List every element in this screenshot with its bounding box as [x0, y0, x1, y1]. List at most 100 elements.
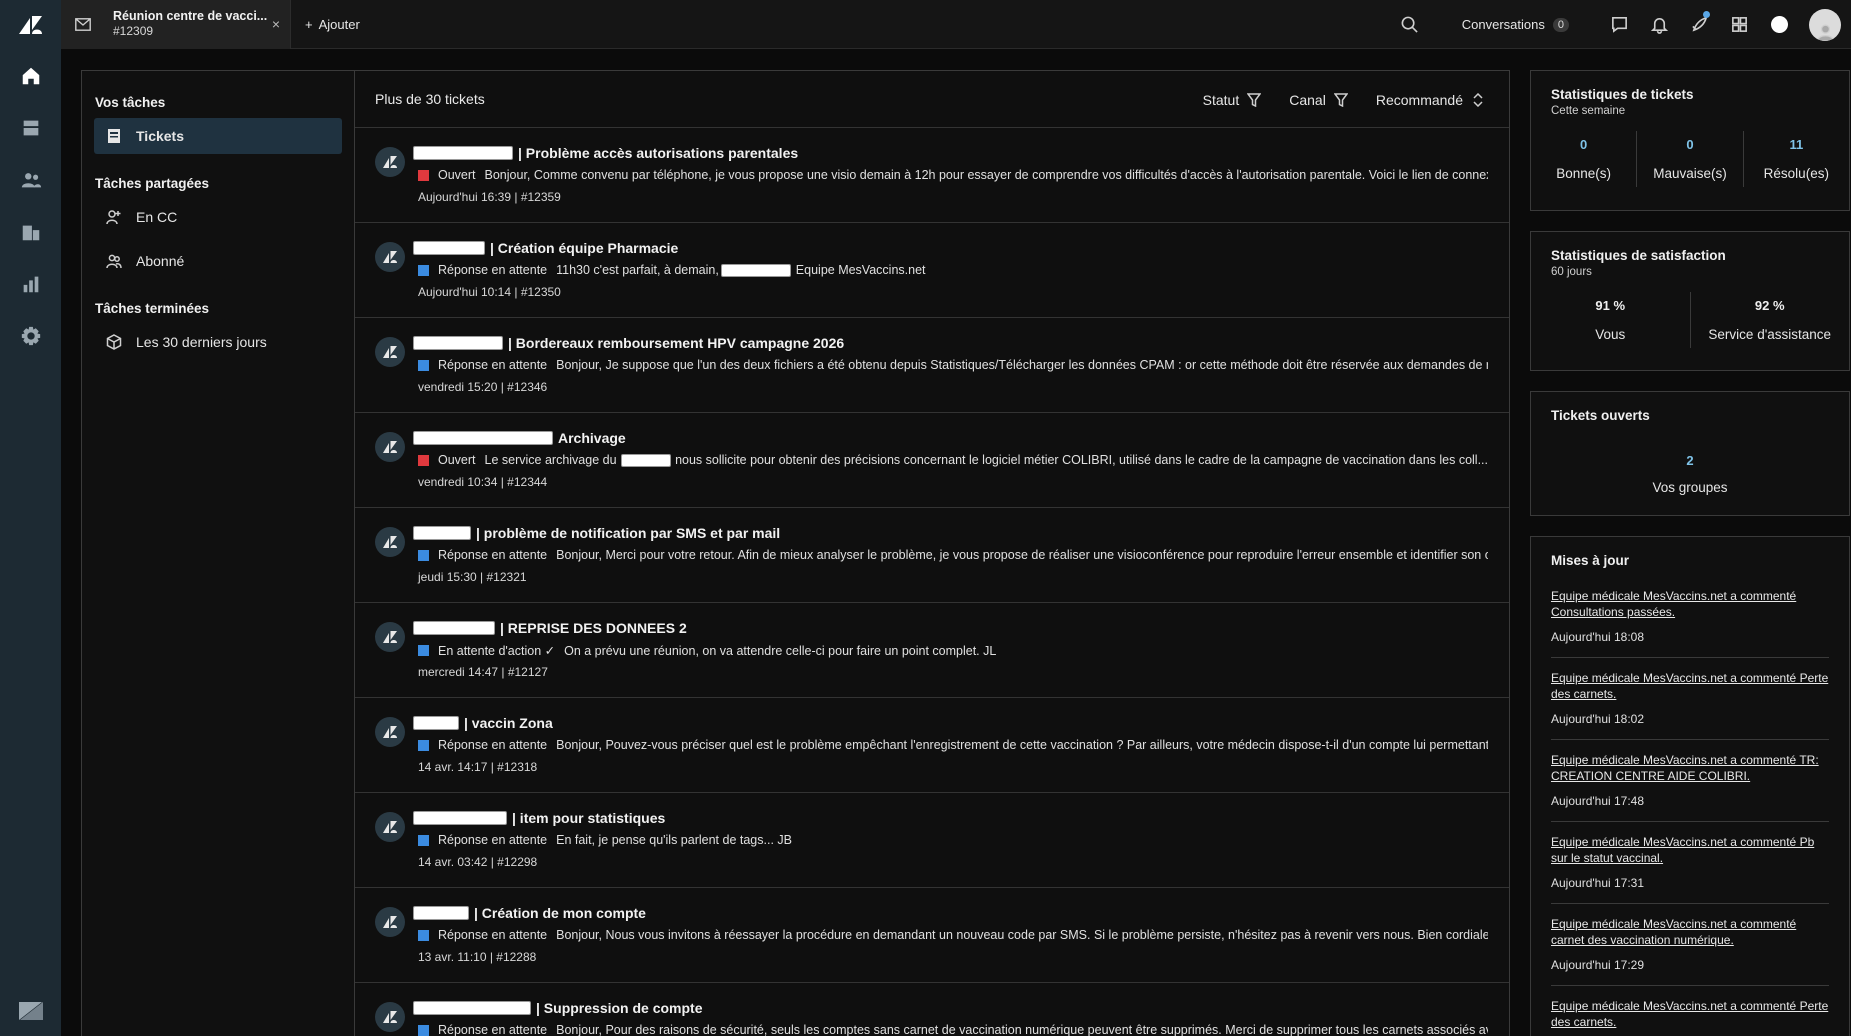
- ticket-row[interactable]: | REPRISE DES DONNEES 2 En attente d'act…: [355, 603, 1509, 698]
- update-link[interactable]: Equipe médicale MesVaccins.net a comment…: [1551, 752, 1829, 784]
- tickets-icon: [108, 129, 120, 143]
- apps-grid-icon[interactable]: [1719, 0, 1759, 49]
- ticket-row[interactable]: | Création de mon compte Réponse en atte…: [355, 888, 1509, 983]
- ticket-tab[interactable]: Réunion centre de vacci... #12309 ×: [61, 0, 291, 49]
- status-square: [418, 264, 429, 276]
- sort-button[interactable]: Recommandé: [1376, 92, 1485, 108]
- cc-nav-item[interactable]: En CC: [94, 199, 342, 235]
- ticket-meta: 14 avr. 03:42 | #12298: [418, 855, 538, 869]
- conversations-label: Conversations: [1461, 17, 1545, 32]
- ticket-excerpt: Bonjour, Nous vous invitons à réessayer …: [556, 928, 1488, 942]
- update-link[interactable]: Equipe médicale MesVaccins.net a comment…: [1551, 998, 1829, 1030]
- satisfaction-support-label: Service d'assistance: [1708, 327, 1832, 342]
- satisfaction-support: 92 % Service d'assistance: [1691, 292, 1850, 348]
- ticket-title: Archivage: [413, 430, 626, 446]
- bell-icon[interactable]: [1639, 0, 1679, 49]
- status-filter-button[interactable]: Statut: [1203, 92, 1262, 108]
- ticket-row[interactable]: | Bordereaux remboursement HPV campagne …: [355, 318, 1509, 413]
- redacted-name: [413, 1001, 531, 1015]
- chat-icon[interactable]: [1599, 0, 1639, 49]
- ticket-avatar-icon: [375, 432, 405, 462]
- ticket-stats-title: Statistiques de tickets: [1551, 87, 1694, 102]
- ticket-row[interactable]: | vaccin Zona Réponse en attente Bonjour,…: [355, 698, 1509, 793]
- add-tab-button[interactable]: + Ajouter: [305, 17, 360, 32]
- ticket-row[interactable]: Archivage Ouvert Le service archivage du n…: [355, 413, 1509, 508]
- ticket-status: Ouvert: [438, 168, 476, 182]
- satisfaction-sub: 60 jours: [1551, 266, 1592, 278]
- redacted-name: [413, 241, 485, 255]
- profile-avatar-icon[interactable]: [1799, 0, 1851, 49]
- admin-gear-icon[interactable]: [0, 310, 61, 362]
- ticket-status: Réponse en attente: [438, 1023, 548, 1036]
- ticket-avatar-icon: [375, 907, 405, 937]
- update-link[interactable]: Equipe médicale MesVaccins.net a comment…: [1551, 670, 1829, 702]
- ticket-row[interactable]: | item pour statistiques Réponse en atte…: [355, 793, 1509, 888]
- close-icon[interactable]: ×: [272, 16, 280, 32]
- stat-resolved-value: 11: [1789, 137, 1804, 152]
- satisfaction-support-value: 92 %: [1754, 298, 1785, 313]
- ticket-title-text: | REPRISE DES DONNEES 2: [500, 620, 687, 636]
- home-icon[interactable]: [0, 50, 61, 102]
- update-item: Equipe médicale MesVaccins.net a comment…: [1551, 904, 1829, 986]
- ticket-status: Réponse en attente: [438, 738, 548, 752]
- filter-icon: [1333, 92, 1348, 107]
- satisfaction-you: 91 % Vous: [1531, 292, 1691, 348]
- update-link[interactable]: Equipe médicale MesVaccins.net a comment…: [1551, 916, 1829, 948]
- satisfaction-card: Statistiques de satisfaction 60 jours 91…: [1530, 231, 1850, 371]
- ticket-title: | item pour statistiques: [413, 810, 665, 826]
- update-link[interactable]: Equipe médicale MesVaccins.net a comment…: [1551, 588, 1829, 620]
- stat-bad[interactable]: 0 Mauvaise(s): [1637, 131, 1744, 187]
- ticket-status: Réponse en attente: [438, 548, 548, 562]
- subscribed-nav-item[interactable]: Abonné: [94, 243, 342, 279]
- tickets-nav-item[interactable]: Tickets: [94, 118, 342, 154]
- ticket-meta: Aujourd'hui 10:14 | #12350: [418, 285, 561, 299]
- ticket-row[interactable]: | Problème accès autorisations parentale…: [355, 128, 1509, 223]
- ticket-excerpt: Le service archivage du nous sollicite po…: [485, 453, 1488, 467]
- update-time: Aujourd'hui 18:08: [1551, 630, 1645, 644]
- ticket-avatar-icon: [375, 812, 405, 842]
- stat-bad-label: Mauvaise(s): [1653, 166, 1727, 181]
- ticket-meta: Aujourd'hui 16:39 | #12359: [418, 190, 561, 204]
- satisfaction-you-label: Vous: [1595, 327, 1626, 342]
- status-square: [418, 1024, 429, 1036]
- stat-good-value: 0: [1580, 137, 1588, 152]
- open-tickets-groups[interactable]: 2 Vos groupes: [1531, 453, 1849, 495]
- stat-bad-value: 0: [1686, 137, 1694, 152]
- last-30-days-nav-item[interactable]: Les 30 derniers jours: [94, 324, 342, 360]
- redacted-name: [413, 906, 469, 920]
- ticket-row[interactable]: | problème de notification par SMS et pa…: [355, 508, 1509, 603]
- views-icon[interactable]: [0, 102, 61, 154]
- subscribed-nav-label: Abonné: [136, 253, 185, 269]
- ticket-avatar-icon: [375, 1002, 405, 1032]
- status-dot-icon[interactable]: [1759, 0, 1799, 49]
- cube-icon: [106, 334, 122, 350]
- update-link[interactable]: Equipe médicale MesVaccins.net a comment…: [1551, 834, 1829, 866]
- people-icon: [106, 254, 122, 269]
- ticket-excerpt: Bonjour, Merci pour votre retour. Afin d…: [556, 548, 1488, 562]
- search-icon[interactable]: [1390, 0, 1430, 49]
- zendesk-logo-icon[interactable]: [0, 0, 61, 50]
- ticket-row[interactable]: | Suppression de compte Réponse en atten…: [355, 983, 1509, 1036]
- channel-filter-button[interactable]: Canal: [1289, 92, 1348, 108]
- cc-nav-label: En CC: [136, 209, 178, 225]
- ticket-meta: jeudi 15:30 | #12321: [418, 570, 527, 584]
- channel-filter-label: Canal: [1289, 91, 1326, 108]
- ticket-avatar-icon: [375, 337, 405, 367]
- ticket-status: Réponse en attente: [438, 263, 548, 277]
- stat-resolved[interactable]: 11 Résolu(es): [1744, 131, 1849, 187]
- ticket-meta: 14 avr. 14:17 | #12318: [418, 760, 538, 774]
- conversations-button[interactable]: Conversations 0: [1462, 17, 1569, 32]
- your-tasks-heading: Vos tâches: [95, 95, 166, 110]
- status-square: [418, 645, 429, 656]
- reporting-icon[interactable]: [0, 258, 61, 310]
- ticket-row[interactable]: | Création équipe Pharmacie Réponse en a…: [355, 223, 1509, 318]
- open-tickets-label: Vos groupes: [1652, 480, 1728, 495]
- organizations-icon[interactable]: [0, 206, 61, 258]
- customers-icon[interactable]: [0, 154, 61, 206]
- ticket-title-text: | problème de notification par SMS et pa…: [476, 525, 781, 541]
- notification-dot-icon: [1703, 11, 1710, 18]
- tab-number: #12309: [113, 24, 154, 38]
- stat-good[interactable]: 0 Bonne(s): [1531, 131, 1638, 187]
- rocket-icon[interactable]: [1679, 0, 1719, 49]
- ticket-avatar-icon: [375, 527, 405, 557]
